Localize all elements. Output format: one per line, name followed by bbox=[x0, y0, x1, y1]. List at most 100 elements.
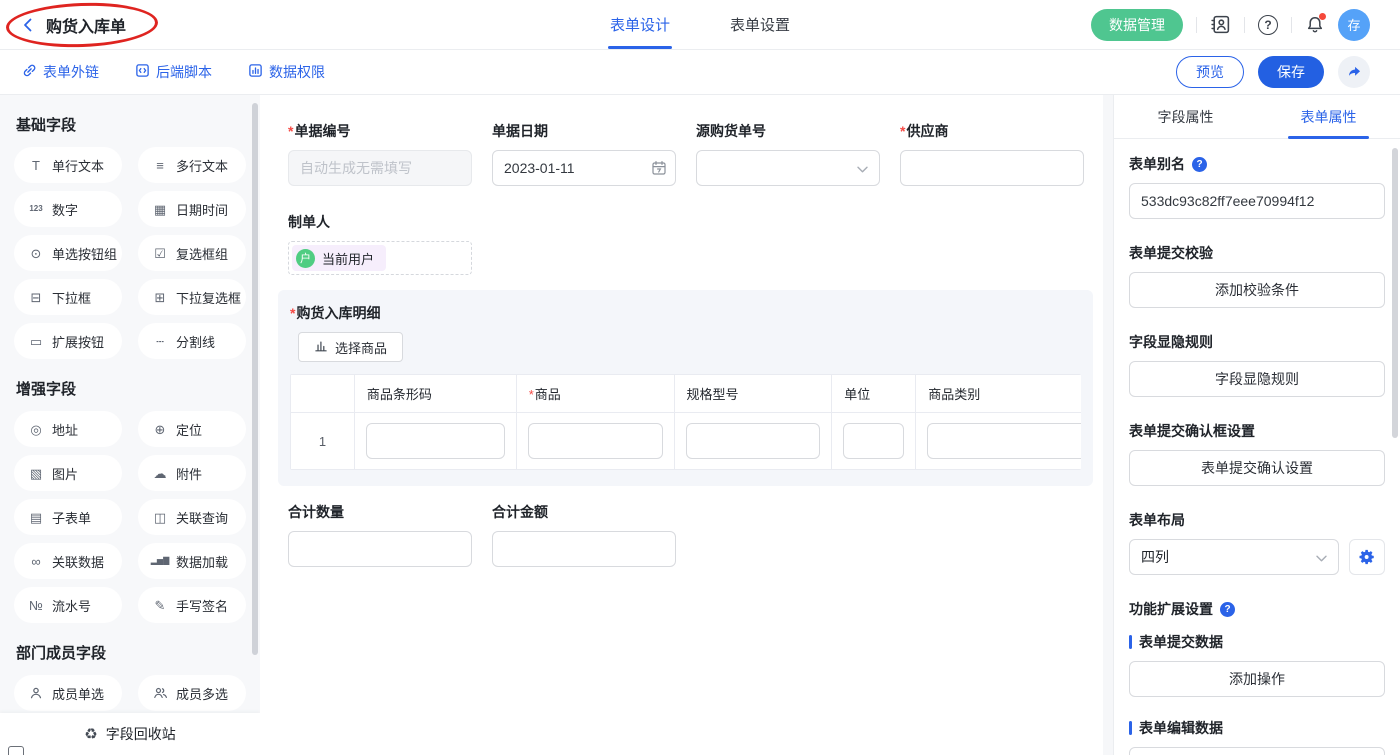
top-header: 购货入库单 表单设计 表单设置 数据管理 ? 存 bbox=[0, 0, 1400, 50]
field-button-locate[interactable]: ⊕定位 bbox=[138, 411, 246, 447]
divider bbox=[1291, 17, 1292, 33]
field-button-member-multi[interactable]: 成员多选 bbox=[138, 675, 246, 711]
contact-book-icon[interactable] bbox=[1210, 14, 1231, 35]
column-header-category: 商品类别 bbox=[916, 375, 1081, 413]
field-button-member-single[interactable]: 成员单选 bbox=[14, 675, 122, 711]
help-icon[interactable]: ? bbox=[1258, 15, 1278, 35]
tab-form-settings[interactable]: 表单设置 bbox=[730, 0, 790, 49]
product-input[interactable] bbox=[528, 423, 663, 459]
share-button[interactable] bbox=[1338, 56, 1370, 88]
field-button-multi-line-text[interactable]: ≡多行文本 bbox=[138, 147, 246, 183]
properties-tabs: 字段属性 表单属性 bbox=[1114, 95, 1400, 139]
toolbar-links: 表单外链 后端脚本 数据权限 bbox=[22, 62, 325, 82]
visibility-rules-button[interactable]: 字段显隐规则 bbox=[1129, 361, 1385, 397]
category-input[interactable] bbox=[927, 423, 1081, 459]
preview-button[interactable]: 预览 bbox=[1176, 56, 1244, 88]
field-total-amount[interactable]: 合计金额 bbox=[492, 502, 676, 567]
tab-form-design[interactable]: 表单设计 bbox=[610, 0, 670, 49]
doc-date-input[interactable] bbox=[492, 150, 676, 186]
form-alias-input[interactable] bbox=[1129, 183, 1385, 219]
notification-bell-icon[interactable] bbox=[1305, 15, 1325, 35]
edit-data-add-button[interactable]: 添加操作 bbox=[1129, 747, 1385, 755]
field-button-checkbox-group[interactable]: ☑复选框组 bbox=[138, 235, 246, 271]
add-validation-button[interactable]: 添加校验条件 bbox=[1129, 272, 1385, 308]
creator-label: 制单人 bbox=[288, 214, 330, 230]
layout-select[interactable]: 四列 bbox=[1129, 539, 1339, 575]
doc-no-input[interactable] bbox=[288, 150, 472, 186]
data-manage-button[interactable]: 数据管理 bbox=[1091, 9, 1183, 41]
field-button-label: 子表单 bbox=[52, 508, 91, 527]
alias-help-icon[interactable]: ? bbox=[1192, 157, 1207, 172]
total-qty-label: 合计数量 bbox=[288, 504, 344, 520]
submit-confirm-button[interactable]: 表单提交确认设置 bbox=[1129, 450, 1385, 486]
datetime-icon: ▦ bbox=[152, 203, 168, 216]
field-doc-no[interactable]: *单据编号 bbox=[288, 121, 472, 186]
unit-input[interactable] bbox=[843, 423, 904, 459]
user-avatar[interactable]: 存 bbox=[1338, 9, 1370, 41]
external-link-action[interactable]: 表单外链 bbox=[22, 62, 99, 82]
spec-input[interactable] bbox=[686, 423, 821, 459]
tab-field-properties[interactable]: 字段属性 bbox=[1114, 95, 1257, 138]
field-button-address[interactable]: ◎地址 bbox=[14, 411, 122, 447]
field-button-multi-select[interactable]: ⊞下拉复选框 bbox=[138, 279, 246, 315]
member-single-icon bbox=[28, 686, 44, 700]
panel-scrollbar[interactable] bbox=[1392, 148, 1398, 438]
multi-line-text-icon: ≡ bbox=[152, 159, 168, 172]
field-recycle-bin[interactable]: ♻ 字段回收站 bbox=[0, 713, 260, 755]
supplier-input[interactable] bbox=[900, 150, 1084, 186]
barcode-input[interactable] bbox=[366, 423, 505, 459]
current-user-tag[interactable]: 户 当前用户 bbox=[292, 245, 386, 271]
field-label: *单据编号 bbox=[288, 121, 472, 141]
field-button-signature[interactable]: ✎手写签名 bbox=[138, 587, 246, 623]
field-total-qty[interactable]: 合计数量 bbox=[288, 502, 472, 567]
visibility-rules-heading: 字段显隐规则 bbox=[1129, 332, 1385, 352]
field-creator[interactable]: 制单人 户 当前用户 bbox=[288, 212, 1089, 275]
field-doc-date[interactable]: 单据日期 bbox=[492, 121, 676, 186]
submit-data-add-button[interactable]: 添加操作 bbox=[1129, 661, 1385, 697]
detail-subform-section[interactable]: *购货入库明细 选择商品 商品条形码 *商品 规格型号 单位 bbox=[278, 290, 1093, 486]
backend-script-action[interactable]: 后端脚本 bbox=[135, 62, 212, 82]
layout-settings-button[interactable] bbox=[1349, 539, 1385, 575]
creator-value-box[interactable]: 户 当前用户 bbox=[288, 241, 472, 275]
field-button-linked-query[interactable]: ◫关联查询 bbox=[138, 499, 246, 535]
subform-icon: ▤ bbox=[28, 511, 44, 524]
product-chart-icon bbox=[314, 339, 328, 356]
field-supplier[interactable]: *供应商 bbox=[900, 121, 1084, 186]
total-qty-input[interactable] bbox=[288, 531, 472, 567]
source-order-select[interactable] bbox=[696, 150, 880, 186]
field-button-label: 定位 bbox=[176, 420, 202, 439]
field-button-radio-group[interactable]: ⊙单选按钮组 bbox=[14, 235, 122, 271]
field-button-linked-data[interactable]: ∞关联数据 bbox=[14, 543, 122, 579]
total-amount-label: 合计金额 bbox=[492, 504, 548, 520]
back-icon[interactable] bbox=[20, 17, 36, 33]
field-label: 单据日期 bbox=[492, 121, 676, 141]
field-button-number[interactable]: 123数字 bbox=[14, 191, 122, 227]
field-button-select[interactable]: ⊟下拉框 bbox=[14, 279, 122, 315]
divider bbox=[1196, 17, 1197, 33]
select-product-button[interactable]: 选择商品 bbox=[298, 332, 403, 362]
form-canvas: *单据编号 单据日期 源购货单号 bbox=[260, 95, 1103, 755]
field-button-data-load[interactable]: ▂▅▇数据加载 bbox=[138, 543, 246, 579]
field-button-attachment[interactable]: ☁附件 bbox=[138, 455, 246, 491]
extension-help-icon[interactable]: ? bbox=[1220, 602, 1235, 617]
total-amount-input[interactable] bbox=[492, 531, 676, 567]
field-button-datetime[interactable]: ▦日期时间 bbox=[138, 191, 246, 227]
field-button-serial-number[interactable]: №流水号 bbox=[14, 587, 122, 623]
field-button-image[interactable]: ▧图片 bbox=[14, 455, 122, 491]
checkbox-group-icon: ☑ bbox=[152, 247, 168, 260]
index-column-header bbox=[291, 375, 355, 413]
field-source-order[interactable]: 源购货单号 bbox=[696, 121, 880, 186]
cell-barcode bbox=[354, 413, 516, 470]
field-button-subform[interactable]: ▤ 子表单 bbox=[14, 499, 122, 535]
save-button[interactable]: 保存 bbox=[1258, 56, 1324, 88]
sidebar-scrollbar[interactable] bbox=[252, 103, 258, 655]
field-button-label: 成员多选 bbox=[176, 684, 228, 703]
form-alias-heading: 表单别名 ? bbox=[1129, 154, 1385, 174]
field-row-1: *单据编号 单据日期 源购货单号 bbox=[288, 121, 1089, 186]
field-button-divider[interactable]: ┄分割线 bbox=[138, 323, 246, 359]
field-button-extend-button[interactable]: ▭扩展按钮 bbox=[14, 323, 122, 359]
data-permission-action[interactable]: 数据权限 bbox=[248, 62, 325, 82]
column-header-unit: 单位 bbox=[832, 375, 916, 413]
field-button-single-line-text[interactable]: T单行文本 bbox=[14, 147, 122, 183]
tab-form-properties[interactable]: 表单属性 bbox=[1257, 95, 1400, 138]
